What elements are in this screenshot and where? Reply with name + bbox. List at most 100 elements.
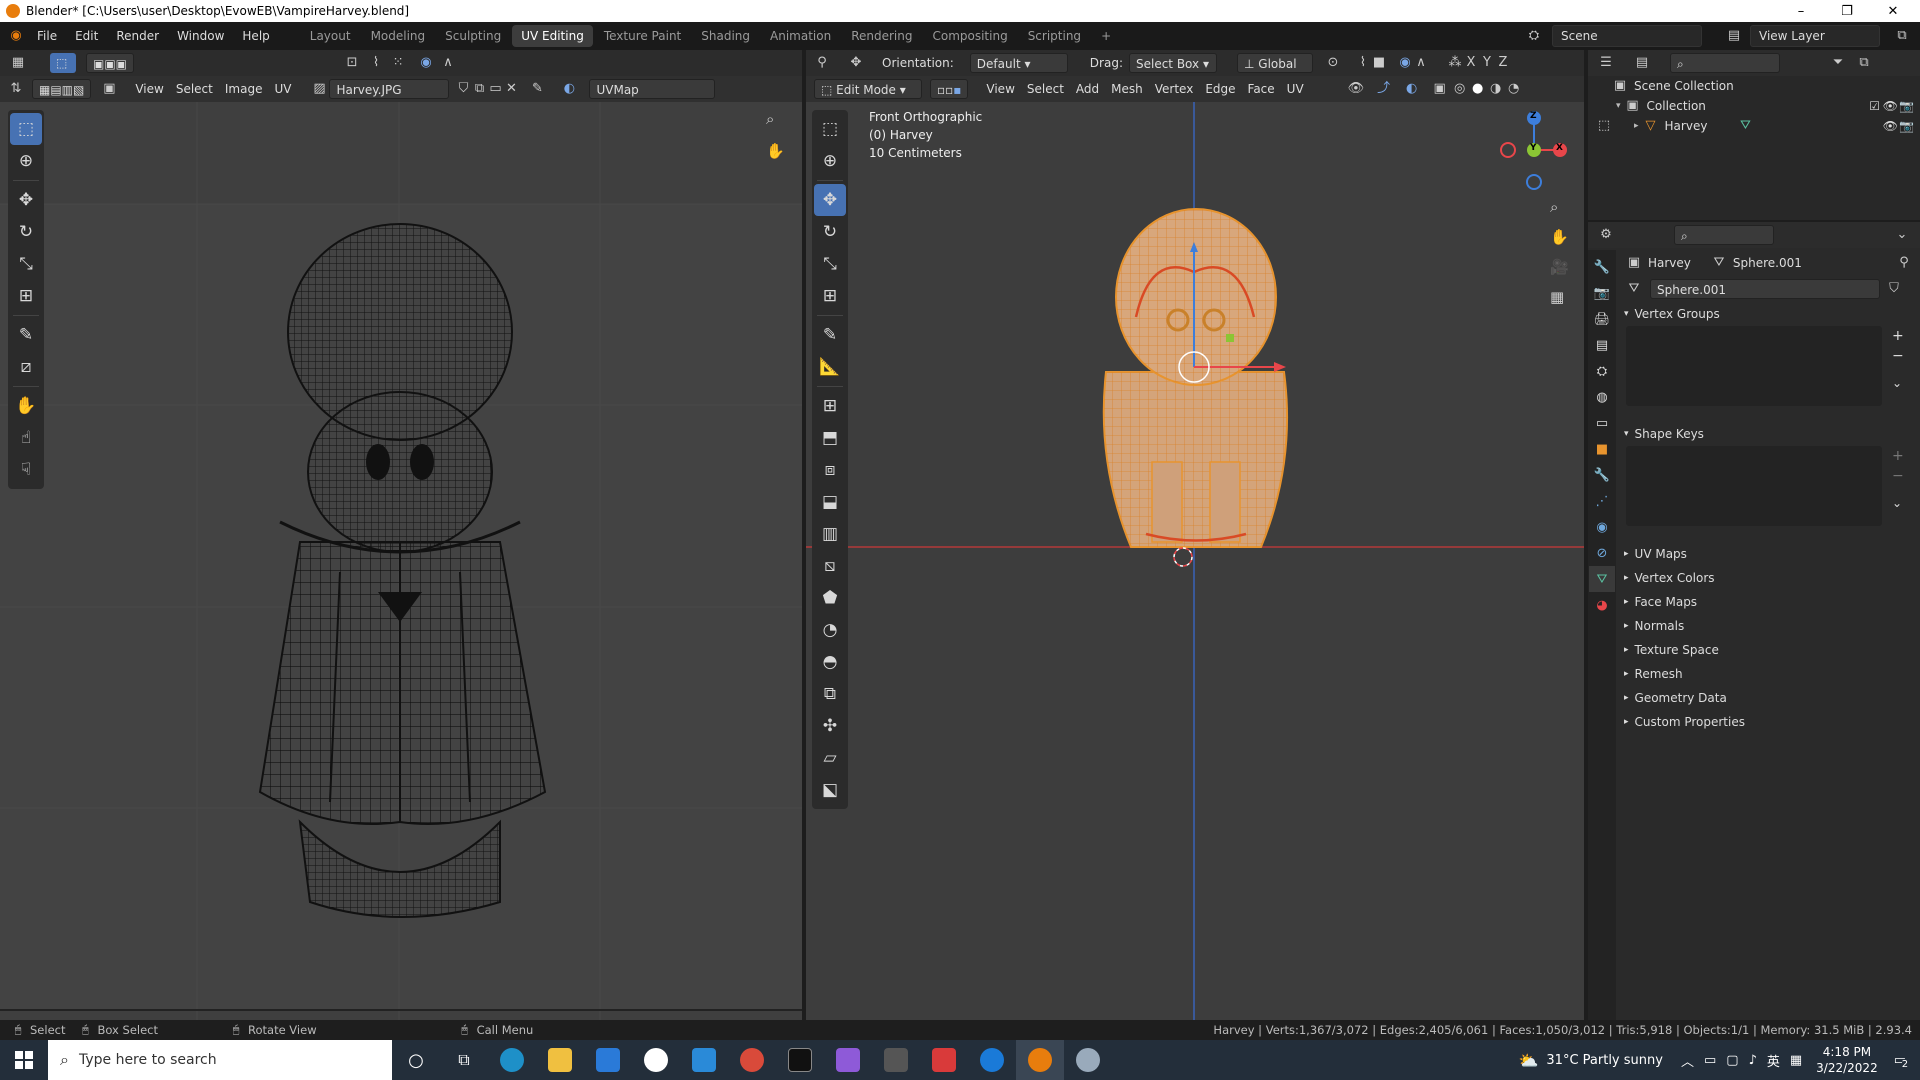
collection-visibility-icon[interactable]: 👁 [1883, 99, 1898, 113]
image-name-field[interactable]: Harvey.JPG [329, 79, 450, 99]
properties-options-icon[interactable]: ⌄ [1894, 227, 1910, 243]
tab-uv-editing[interactable]: UV Editing [512, 25, 593, 47]
mesh-fake-user-icon[interactable]: ⛉ [1886, 281, 1902, 297]
sk-remove-icon[interactable]: − [1892, 468, 1904, 484]
display-mode-icon[interactable]: ▤ [1634, 55, 1650, 71]
zoom-icon[interactable]: ⌕ [766, 110, 774, 128]
vp-menu-uv[interactable]: UV [1281, 79, 1310, 99]
scene-selector[interactable]: Scene [1552, 25, 1702, 47]
proportional-icon[interactable]: ◉ [418, 55, 434, 71]
pinch-tool-icon[interactable]: ☟ [10, 454, 42, 486]
section-geometry-data[interactable]: ▸ Geometry Data [1616, 686, 1920, 710]
taskbar-search[interactable]: ⌕ Type here to search [48, 1040, 392, 1080]
scene-collection-row[interactable]: ▣ Scene Collection [1588, 76, 1920, 96]
transform-tool-icon[interactable]: ⊞ [10, 280, 42, 312]
output-tab-icon[interactable]: 🖨 [1589, 306, 1615, 332]
new-collection-icon[interactable]: ⧉ [1856, 55, 1872, 71]
viewport-editor-type-icon[interactable]: ⚲ [814, 55, 830, 71]
tab-scripting[interactable]: Scripting [1019, 25, 1090, 47]
transform-gizmo-icon[interactable]: ✥ [848, 55, 864, 71]
input-language[interactable]: 英 [1767, 1051, 1780, 1070]
network-icon[interactable]: ▭ [1704, 1053, 1716, 1068]
vp-measure-tool-icon[interactable]: 📐 [814, 351, 846, 383]
volume-icon[interactable]: ♪ [1749, 1053, 1757, 1068]
blender-taskbar-icon[interactable] [1016, 1040, 1064, 1080]
filter-icon[interactable]: ⏷ [1830, 55, 1846, 71]
solid-shading-icon[interactable]: ● [1470, 81, 1486, 97]
blender-menu-icon[interactable]: ◉ [8, 28, 24, 44]
transform-space-dropdown[interactable]: ⊥ Global ▾ [1236, 53, 1313, 91]
outliner-search-input[interactable]: ⌕ [1670, 53, 1780, 73]
collection-render-icon[interactable]: 📷 [1899, 99, 1914, 113]
properties-search-input[interactable]: ⌕ [1674, 225, 1774, 245]
modifier-tab-icon[interactable]: 🔧 [1589, 462, 1615, 488]
mirror-z-icon[interactable]: Z [1495, 55, 1511, 71]
smooth-tool-icon[interactable]: ◓ [814, 646, 846, 678]
orientation-dropdown[interactable]: Default ▾ [969, 53, 1068, 73]
uv-canvas[interactable]: ⌕ ✋ [0, 102, 802, 1020]
rotate-tool-icon[interactable]: ↻ [10, 216, 42, 248]
menu-edit[interactable]: Edit [66, 22, 107, 50]
view-layer-selector[interactable]: View Layer [1750, 25, 1880, 47]
navigation-gizmo[interactable]: Z X Y [1494, 110, 1574, 190]
uv-view-dropdown-icon[interactable]: ▣ [101, 81, 117, 97]
tab-rendering[interactable]: Rendering [842, 25, 921, 47]
material-shading-icon[interactable]: ◑ [1488, 81, 1504, 97]
collection-row[interactable]: ▾ ▣ Collection ☑ 👁 📷 [1588, 96, 1920, 116]
edit-mode-indicator-icon[interactable]: ⬚ [1596, 118, 1612, 134]
pan-hand-icon[interactable]: ✋ [766, 142, 785, 160]
edge-icon[interactable] [488, 1040, 536, 1080]
select-tool-icon[interactable]: ⬚ [50, 53, 76, 73]
mirror-options-icon[interactable]: ⁂ [1447, 55, 1463, 71]
vp-menu-vertex[interactable]: Vertex [1149, 79, 1200, 99]
world-tab-icon[interactable]: ◍ [1589, 384, 1615, 410]
uv-menu-select[interactable]: Select [170, 79, 219, 99]
minimize-button[interactable]: – [1778, 0, 1824, 22]
uv-menu-view[interactable]: View [129, 79, 169, 99]
vg-menu-icon[interactable]: ⌄ [1892, 376, 1902, 390]
edge-slide-tool-icon[interactable]: ⧉ [814, 678, 846, 710]
notification-center-icon[interactable]: ▭ 2 [1894, 1053, 1909, 1070]
uv-menu-uv[interactable]: UV [268, 79, 297, 99]
snap-icon[interactable]: ⌇ [368, 55, 384, 71]
rip-region-tool-icon[interactable]: ⧄ [10, 351, 42, 383]
outliner-editor-icon[interactable]: ☰ [1598, 55, 1614, 71]
select-mode-buttons[interactable]: ▫▫▪ [930, 79, 969, 99]
snap-target-icon[interactable]: ⁙ [390, 55, 406, 71]
task-view-icon[interactable]: ⧉ [440, 1040, 488, 1080]
snap-toggle-icon[interactable]: ⌇ [1355, 55, 1371, 71]
view-layer-add-icon[interactable]: ⧉ [1894, 28, 1910, 44]
visibility-icon[interactable]: 👁 [1348, 81, 1365, 97]
properties-editor-icon[interactable]: ⚙ [1598, 227, 1614, 243]
vp-rotate-tool-icon[interactable]: ↻ [814, 216, 846, 248]
vp-move-tool-icon[interactable]: ✥ [814, 184, 846, 216]
section-texture-space[interactable]: ▸ Texture Space [1616, 638, 1920, 662]
vp-menu-add[interactable]: Add [1070, 79, 1105, 99]
teamviewer-icon[interactable] [968, 1040, 1016, 1080]
krita-icon[interactable] [1064, 1040, 1112, 1080]
harvey-expand-icon[interactable]: ▸ [1634, 121, 1639, 131]
calculator-icon[interactable] [872, 1040, 920, 1080]
unity-icon[interactable] [776, 1040, 824, 1080]
particles-tab-icon[interactable]: ⋰ [1589, 488, 1615, 514]
collection-checkbox[interactable]: ☑ [1869, 99, 1880, 113]
wps-icon[interactable] [920, 1040, 968, 1080]
inset-tool-icon[interactable]: ⧈ [814, 454, 846, 486]
cursor-tool-icon[interactable]: ⊕ [10, 145, 42, 177]
menu-render[interactable]: Render [107, 22, 168, 50]
move-tool-icon[interactable]: ✥ [10, 184, 42, 216]
section-remesh[interactable]: ▸ Remesh [1616, 662, 1920, 686]
mirror-y-icon[interactable]: Y [1479, 55, 1495, 71]
vp-menu-mesh[interactable]: Mesh [1105, 79, 1149, 99]
camera-view-icon[interactable]: 🎥 [1550, 258, 1569, 276]
vg-remove-icon[interactable]: − [1892, 348, 1904, 364]
section-vertex-groups[interactable]: ▾ Vertex Groups [1616, 302, 1920, 326]
rendered-shading-icon[interactable]: ◔ [1506, 81, 1522, 97]
mesh-data-field[interactable]: Sphere.001 [1650, 279, 1880, 299]
scene-tab-icon[interactable]: ⛭ [1589, 358, 1615, 384]
poly-build-tool-icon[interactable]: ⬟ [814, 582, 846, 614]
vp-menu-edge[interactable]: Edge [1199, 79, 1241, 99]
menu-window[interactable]: Window [168, 22, 233, 50]
annotate-tool-icon[interactable]: ✎ [10, 319, 42, 351]
view-layer-tab-icon[interactable]: ▤ [1589, 332, 1615, 358]
